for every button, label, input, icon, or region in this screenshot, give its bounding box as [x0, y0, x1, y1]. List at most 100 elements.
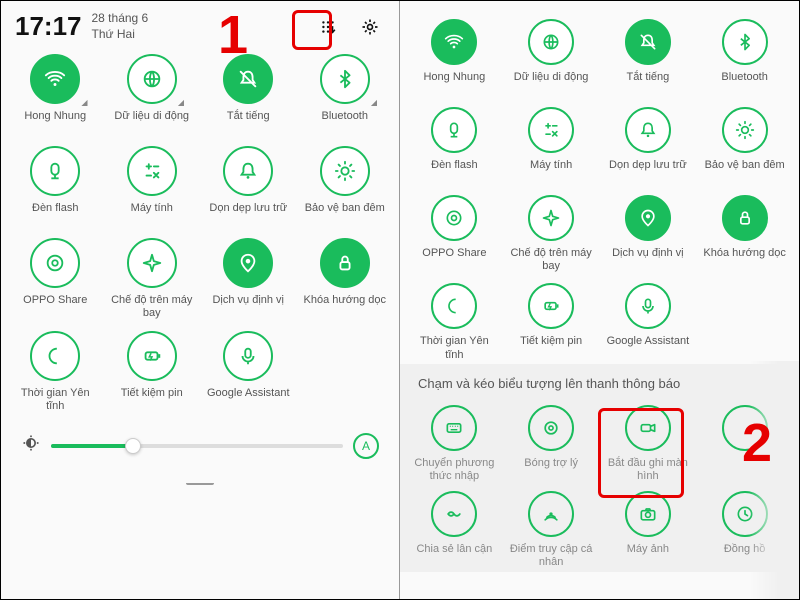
- tile-calculator[interactable]: Máy tính: [503, 105, 600, 187]
- tile-eye-comfort[interactable]: Bảo vệ ban đêm: [696, 105, 793, 187]
- tile-hotspot[interactable]: Điểm truy cập cá nhân: [503, 489, 600, 571]
- quick-settings-panel-step1: 17:17 28 tháng 6 Thứ Hai Hong Nhung◢Dữ l…: [1, 1, 400, 599]
- tile-location[interactable]: Dịch vụ định vị: [200, 236, 297, 322]
- tile-label: Dọn dẹp lưu trữ: [609, 159, 687, 185]
- settings-gear-icon[interactable]: [355, 12, 385, 42]
- mobile-data-icon[interactable]: [127, 54, 177, 104]
- tile-nearby-share[interactable]: Chia sẻ lân cận: [406, 489, 503, 571]
- tile-mobile-data[interactable]: Dữ liệu di động ◢: [104, 52, 201, 138]
- tile-flashlight[interactable]: Đèn flash: [7, 144, 104, 230]
- tile-google-assistant[interactable]: Google Assistant: [200, 329, 297, 415]
- tile-screen-record[interactable]: Bắt đầu ghi màn hình: [600, 403, 697, 485]
- nearby-share-icon[interactable]: [431, 491, 477, 537]
- battery-saver-icon[interactable]: [528, 283, 574, 329]
- tile-label: Tắt tiếng: [227, 110, 270, 136]
- quick-tiles-grid: Hong Nhung◢ Dữ liệu di động ◢ Tắt tiếng Blue…: [1, 48, 399, 415]
- tile-label: Khóa hướng dọc: [304, 294, 386, 320]
- mobile-data-icon[interactable]: [528, 19, 574, 65]
- tile-mute[interactable]: Tắt tiếng: [200, 52, 297, 138]
- wifi-icon[interactable]: [431, 19, 477, 65]
- tile-label: Dữ liệu di động: [514, 71, 589, 97]
- cleanup-icon[interactable]: [223, 146, 273, 196]
- tile-wifi[interactable]: Hong Nhung◢: [7, 52, 104, 138]
- tile-battery-saver[interactable]: Tiết kiệm pin: [503, 281, 600, 363]
- tile-label: Thời gian Yên tĩnh: [10, 387, 100, 413]
- brightness-slider[interactable]: [51, 444, 343, 448]
- tile-label: Máy ảnh: [627, 543, 669, 569]
- tile-cleanup[interactable]: Dọn dẹp lưu trữ: [600, 105, 697, 187]
- flashlight-icon[interactable]: [431, 107, 477, 153]
- tile-label: Hong Nhung: [423, 71, 485, 97]
- tile-google-assistant[interactable]: Google Assistant: [600, 281, 697, 363]
- tile-calculator[interactable]: Máy tính: [104, 144, 201, 230]
- date-line2: Thứ Hai: [92, 27, 149, 43]
- clock-icon[interactable]: [722, 491, 768, 537]
- google-assistant-icon[interactable]: [625, 283, 671, 329]
- camera-icon[interactable]: [625, 491, 671, 537]
- tile-oppo-share[interactable]: OPPO Share: [7, 236, 104, 322]
- airplane-icon[interactable]: [528, 195, 574, 241]
- eye-comfort-icon[interactable]: [320, 146, 370, 196]
- tile-quiet-time[interactable]: Thời gian Yên tĩnh: [7, 329, 104, 415]
- tile-airplane[interactable]: Chế độ trên máy bay: [104, 236, 201, 322]
- tile-location[interactable]: Dịch vụ định vị: [600, 193, 697, 275]
- tile-cleanup[interactable]: Dọn dẹp lưu trữ: [200, 144, 297, 230]
- tile-wifi[interactable]: Hong Nhung: [406, 17, 503, 99]
- tile-clock[interactable]: Đồng hồ: [696, 489, 793, 571]
- flashlight-icon[interactable]: [30, 146, 80, 196]
- drag-handle-icon[interactable]: [186, 481, 214, 485]
- rotation-lock-icon[interactable]: [320, 238, 370, 288]
- tile-flashlight[interactable]: Đèn flash: [406, 105, 503, 187]
- tile-airplane[interactable]: Chế độ trên máy bay: [503, 193, 600, 275]
- hotspot-icon[interactable]: [528, 491, 574, 537]
- tile-label: Chuyển phương thức nhập: [409, 457, 499, 483]
- quiet-time-icon[interactable]: [30, 331, 80, 381]
- tile-label: Chia sẻ lân cận: [416, 543, 492, 569]
- tile-label: Google Assistant: [607, 335, 690, 361]
- expand-corner-icon: ◢: [178, 98, 184, 107]
- wifi-icon[interactable]: [30, 54, 80, 104]
- tile-assistive-ball[interactable]: Bóng trợ lý: [503, 403, 600, 485]
- location-icon[interactable]: [625, 195, 671, 241]
- tile-label: Bluetooth: [721, 71, 767, 97]
- bluetooth-icon[interactable]: [722, 19, 768, 65]
- tile-label: Dữ liệu di động: [114, 110, 189, 136]
- input-method-icon[interactable]: [431, 405, 477, 451]
- tile-label: OPPO Share: [422, 247, 486, 273]
- location-icon[interactable]: [223, 238, 273, 288]
- tile-bluetooth[interactable]: Bluetooth: [696, 17, 793, 99]
- tile-eye-comfort[interactable]: Bảo vệ ban đêm: [297, 144, 394, 230]
- tile-label: Đèn flash: [32, 202, 78, 228]
- tile-input-method[interactable]: Chuyển phương thức nhập: [406, 403, 503, 485]
- tile-bluetooth[interactable]: Bluetooth◢: [297, 52, 394, 138]
- eye-comfort-icon[interactable]: [722, 107, 768, 153]
- oppo-share-icon[interactable]: [30, 238, 80, 288]
- tile-quiet-time[interactable]: Thời gian Yên tĩnh: [406, 281, 503, 363]
- tile-label: Tiết kiệm pin: [121, 387, 183, 413]
- quiet-time-icon[interactable]: [431, 283, 477, 329]
- mute-icon[interactable]: [625, 19, 671, 65]
- assistive-ball-icon[interactable]: [528, 405, 574, 451]
- screen-record-icon[interactable]: [625, 405, 671, 451]
- battery-saver-icon[interactable]: [127, 331, 177, 381]
- airplane-icon[interactable]: [127, 238, 177, 288]
- calculator-icon[interactable]: [528, 107, 574, 153]
- tile-camera[interactable]: Máy ảnh: [600, 489, 697, 571]
- oppo-share-icon[interactable]: [431, 195, 477, 241]
- rotation-lock-icon[interactable]: [722, 195, 768, 241]
- tile-battery-saver[interactable]: Tiết kiệm pin: [104, 329, 201, 415]
- google-assistant-icon[interactable]: [223, 331, 273, 381]
- bluetooth-icon[interactable]: [320, 54, 370, 104]
- cleanup-icon[interactable]: [625, 107, 671, 153]
- tile-oppo-share[interactable]: OPPO Share: [406, 193, 503, 275]
- auto-brightness-toggle[interactable]: A: [353, 433, 379, 459]
- tile-label: Bóng trợ lý: [524, 457, 578, 483]
- tile-rotation-lock[interactable]: Khóa hướng dọc: [297, 236, 394, 322]
- brightness-icon: [21, 433, 41, 458]
- calculator-icon[interactable]: [127, 146, 177, 196]
- tile-mobile-data[interactable]: Dữ liệu di động: [503, 17, 600, 99]
- tile-rotation-lock[interactable]: Khóa hướng dọc: [696, 193, 793, 275]
- tile-mute[interactable]: Tắt tiếng: [600, 17, 697, 99]
- tile-label: Google Assistant: [207, 387, 290, 413]
- edit-tiles-button[interactable]: [313, 12, 343, 42]
